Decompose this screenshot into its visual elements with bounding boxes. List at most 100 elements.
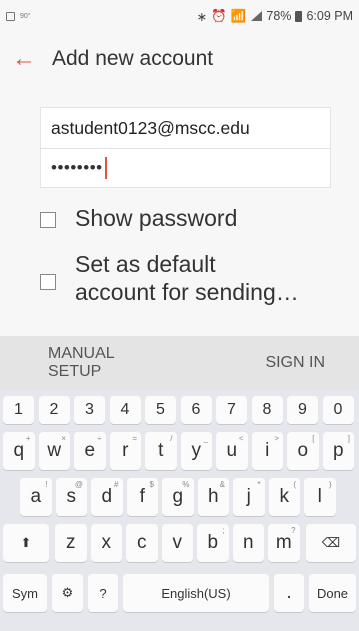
key-9[interactable]: 9 <box>287 396 318 424</box>
key-t-hint: / <box>170 434 173 443</box>
key-o[interactable]: o[ <box>287 432 319 470</box>
key-9-label: 9 <box>298 401 307 418</box>
key-3[interactable]: 3 <box>74 396 105 424</box>
key-6[interactable]: 6 <box>180 396 212 424</box>
key-r-label: r <box>122 440 129 461</box>
key-m-hint: ? <box>291 526 296 535</box>
key-v-label: v <box>172 532 183 553</box>
key-p-hint: ] <box>347 434 350 443</box>
key-j-hint: * <box>257 480 261 489</box>
key-4[interactable]: 4 <box>109 396 141 424</box>
default-account-checkbox[interactable] <box>40 274 56 290</box>
key-1[interactable]: 1 <box>3 396 34 424</box>
key-l-hint: ) <box>328 480 332 489</box>
key-2-label: 2 <box>49 401 59 418</box>
key-2[interactable]: 2 <box>38 396 70 424</box>
key-6-label: 6 <box>191 401 201 418</box>
key-m[interactable]: m? <box>268 524 300 562</box>
key-i[interactable]: i > <box>251 432 283 470</box>
key-k-hint: ( <box>293 480 296 489</box>
manual-setup-button[interactable]: MANUAL SETUP <box>48 345 138 381</box>
key-l[interactable]: l) <box>304 478 336 516</box>
key-p-label: p <box>332 440 344 461</box>
default-account-label-line2: account for sending… <box>75 279 299 305</box>
backspace-key[interactable]: ⌫ <box>306 524 356 562</box>
key-q-label: q <box>13 440 25 461</box>
key-y[interactable]: y _ <box>180 432 212 470</box>
done-key[interactable]: Done <box>309 574 356 612</box>
key-n[interactable]: n <box>232 524 264 562</box>
back-arrow-icon[interactable]: ← <box>12 47 42 71</box>
key-c[interactable]: c <box>126 524 158 562</box>
key-j[interactable]: j * <box>233 478 265 516</box>
key-d[interactable]: d # <box>91 478 123 516</box>
key-5[interactable]: 5 <box>145 396 176 424</box>
key-u[interactable]: u < <box>216 432 248 470</box>
key-z[interactable]: z <box>55 524 87 562</box>
key-t[interactable]: t / <box>145 432 177 470</box>
key-g-hint: % <box>182 480 190 489</box>
space-key[interactable]: English(US) <box>123 574 269 612</box>
status-right: ∗ ⏰ 📶 78% 6:09 PM <box>197 9 353 24</box>
key-a-label: a <box>30 486 42 507</box>
key-7[interactable]: 7 <box>216 396 247 424</box>
shift-key-label: ⬆ <box>20 535 32 550</box>
wifi-icon: 📶 <box>230 8 247 23</box>
key-k[interactable]: k( <box>268 478 300 516</box>
backspace-key-label: ⌫ <box>321 535 341 550</box>
key-1-label: 1 <box>14 401 23 418</box>
key-f-label: f <box>139 486 145 507</box>
key-s[interactable]: s @ <box>55 478 87 516</box>
key-4-label: 4 <box>120 401 130 418</box>
key-8[interactable]: 8 <box>251 396 283 424</box>
key-e[interactable]: e ÷ <box>74 432 106 470</box>
key-r[interactable]: r = <box>109 432 141 470</box>
key-s-label: s <box>66 486 77 507</box>
soft-keyboard: 1 2 3 4 5 6 7 8 9 0 q + w × e ÷ r = t / y _ u < i > o[p] a! s @ d # f $ g%… <box>0 390 359 631</box>
key-p[interactable]: p] <box>322 432 354 470</box>
space-key-label: English(US) <box>161 585 231 601</box>
key-q[interactable]: q + <box>3 432 35 470</box>
key-y-label: y <box>191 440 202 461</box>
key-w[interactable]: w × <box>38 432 70 470</box>
key-e-hint: ÷ <box>97 434 102 443</box>
email-field[interactable]: astudent0123@mscc.edu <box>40 107 331 149</box>
battery-icon <box>295 10 303 22</box>
clock: 6:09 PM <box>306 9 353 23</box>
key-g[interactable]: g% <box>162 478 194 516</box>
key-h-label: h <box>207 486 219 507</box>
default-account-row[interactable]: Set as default account for sending… <box>40 250 299 306</box>
key-o-label: o <box>297 440 309 461</box>
sym-key-label: Sym <box>12 585 38 601</box>
key-z-label: z <box>66 532 76 553</box>
show-password-row[interactable]: Show password <box>40 204 237 232</box>
sym-key[interactable]: Sym <box>3 574 47 612</box>
key-i-label: i <box>265 440 270 461</box>
text-cursor <box>104 157 107 179</box>
key-w-hint: × <box>61 434 66 443</box>
status-left: 90° <box>6 11 31 21</box>
key-0[interactable]: 0 <box>322 396 354 424</box>
settings-gear-key[interactable]: ⚙ <box>52 574 83 612</box>
period-key[interactable]: . <box>274 574 304 612</box>
key-f[interactable]: f $ <box>126 478 158 516</box>
show-password-checkbox[interactable] <box>40 212 56 228</box>
key-h[interactable]: h & <box>197 478 229 516</box>
key-q-hint: + <box>25 434 31 443</box>
key-h-hint: & <box>219 480 225 489</box>
key-a[interactable]: a! <box>20 478 52 516</box>
alarm-icon: ⏰ <box>211 8 227 23</box>
temperature-label: 90° <box>20 12 31 20</box>
key-x[interactable]: x <box>90 524 122 562</box>
key-b[interactable]: b; <box>197 524 229 562</box>
default-account-label: Set as default account for sending… <box>75 250 299 306</box>
key-7-label: 7 <box>227 401 236 418</box>
battery-percent: 78% <box>266 9 292 23</box>
password-field[interactable]: •••••••• <box>40 148 331 188</box>
question-key[interactable]: ? <box>88 574 118 612</box>
key-d-label: d <box>101 486 113 507</box>
sign-in-button[interactable]: SIGN IN <box>265 354 325 372</box>
shift-key[interactable]: ⬆ <box>3 524 49 562</box>
question-key-label: ? <box>99 585 107 601</box>
key-v[interactable]: v <box>161 524 193 562</box>
